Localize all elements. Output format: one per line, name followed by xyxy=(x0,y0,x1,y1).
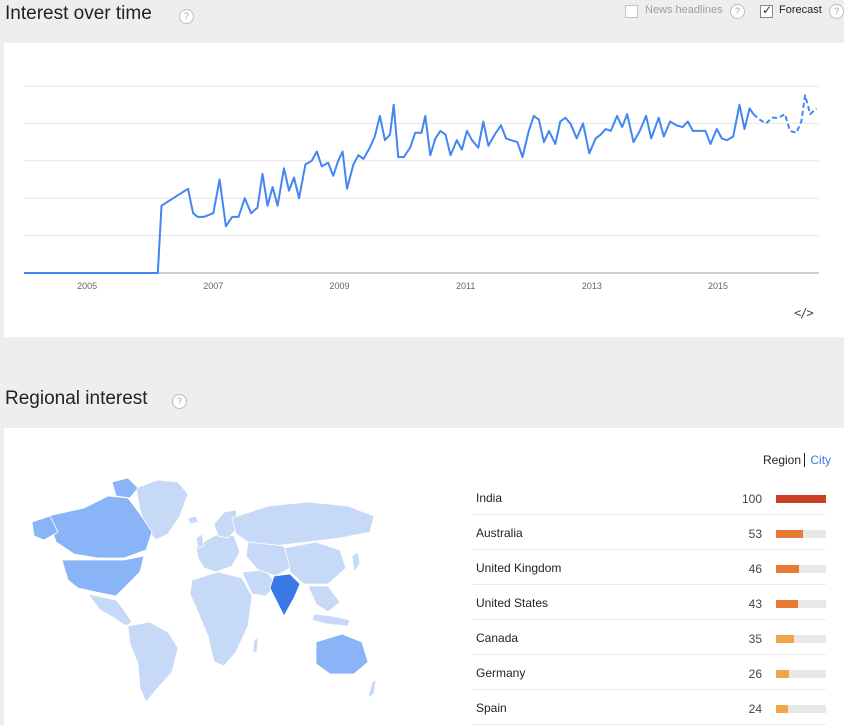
region-value: 26 xyxy=(748,667,762,681)
region-city-toggle: Region City xyxy=(763,453,831,467)
region-value: 46 xyxy=(748,562,762,576)
map-japan xyxy=(351,551,361,574)
region-value: 35 xyxy=(748,632,762,646)
region-value: 43 xyxy=(748,597,762,611)
region-value: 53 xyxy=(748,527,762,541)
forecast-label: Forecast xyxy=(779,4,822,16)
region-row[interactable]: Canada 35 xyxy=(472,620,826,655)
region-bar xyxy=(776,635,794,643)
region-bar-track xyxy=(776,705,826,713)
region-name: Canada xyxy=(476,631,519,645)
x-tick-label: 2013 xyxy=(582,281,602,291)
region-bar xyxy=(776,565,799,573)
x-tick-label: 2007 xyxy=(203,281,223,291)
forecast-series-line[interactable] xyxy=(752,94,818,134)
map-india xyxy=(269,573,301,617)
region-name: India xyxy=(476,491,503,505)
region-bar-track xyxy=(776,600,826,608)
city-toggle[interactable]: City xyxy=(808,453,831,467)
forecast-help-icon[interactable]: ? xyxy=(829,4,844,19)
region-toggle[interactable]: Region xyxy=(763,453,806,467)
region-name: United States xyxy=(476,596,549,610)
region-bar-track xyxy=(776,530,826,538)
interest-title: Interest over time xyxy=(5,3,152,24)
news-help-icon[interactable]: ? xyxy=(730,4,745,19)
world-map[interactable] xyxy=(28,476,388,706)
region-name: United Kingdom xyxy=(476,561,562,575)
news-headlines-label: News headlines xyxy=(645,4,723,16)
region-bar xyxy=(776,705,788,713)
region-bar-track xyxy=(776,635,826,643)
x-tick-label: 2015 xyxy=(708,281,728,291)
map-indonesia xyxy=(311,613,351,627)
map-arctic-islands xyxy=(111,477,139,499)
map-russia xyxy=(231,501,375,547)
regional-title: Regional interest xyxy=(5,388,148,409)
region-name: Spain xyxy=(476,701,507,715)
region-row[interactable]: Germany 26 xyxy=(472,655,826,690)
map-mexico xyxy=(87,593,133,627)
region-bar-track xyxy=(776,565,826,573)
map-united-states xyxy=(61,555,145,597)
region-row[interactable]: Australia 53 xyxy=(472,515,826,550)
check-icon: ✓ xyxy=(762,3,773,17)
news-headlines-checkbox[interactable] xyxy=(625,5,638,18)
regional-panel: Region City India 100 Australia 53 United Ki… xyxy=(4,428,844,725)
map-africa xyxy=(189,571,253,667)
interest-series-line[interactable] xyxy=(24,103,755,274)
embed-code-icon[interactable]: </> xyxy=(794,306,814,320)
region-bar-track xyxy=(776,495,826,503)
region-bar xyxy=(776,495,826,503)
region-name: Germany xyxy=(476,666,526,680)
region-value: 24 xyxy=(748,702,762,716)
map-canada xyxy=(47,495,153,559)
map-south-america xyxy=(127,621,179,703)
map-australia xyxy=(315,633,369,675)
region-row[interactable]: India 100 xyxy=(472,480,826,515)
map-southeast-asia xyxy=(307,585,341,613)
map-iceland xyxy=(187,515,199,525)
region-name: Australia xyxy=(476,526,523,540)
x-tick-label: 2011 xyxy=(456,281,475,291)
region-bar xyxy=(776,670,789,678)
region-value: 100 xyxy=(741,492,762,506)
interest-header: Interest over time ? News headlines ? ✓ … xyxy=(0,0,844,43)
regional-help-icon[interactable]: ? xyxy=(172,394,187,409)
forecast-checkbox[interactable]: ✓ xyxy=(760,3,773,18)
region-bar xyxy=(776,600,798,608)
interest-line-chart: 2005 2007 2009 2011 2013 2015 xyxy=(24,85,819,291)
region-row[interactable]: United Kingdom 46 xyxy=(472,550,826,585)
region-bar xyxy=(776,530,803,538)
region-bar-track xyxy=(776,670,826,678)
map-madagascar xyxy=(252,637,259,653)
x-tick-label: 2005 xyxy=(77,281,97,291)
help-icon[interactable]: ? xyxy=(179,9,194,24)
x-tick-label: 2009 xyxy=(329,281,349,291)
region-row[interactable]: United States 43 xyxy=(472,585,826,620)
map-new-zealand xyxy=(367,679,377,699)
regional-header: Regional interest ? xyxy=(0,337,844,428)
interest-chart-panel: 2005 2007 2009 2011 2013 2015 </> xyxy=(4,43,844,337)
map-uk-ireland xyxy=(195,533,205,549)
region-row[interactable]: Spain 24 xyxy=(472,690,826,725)
